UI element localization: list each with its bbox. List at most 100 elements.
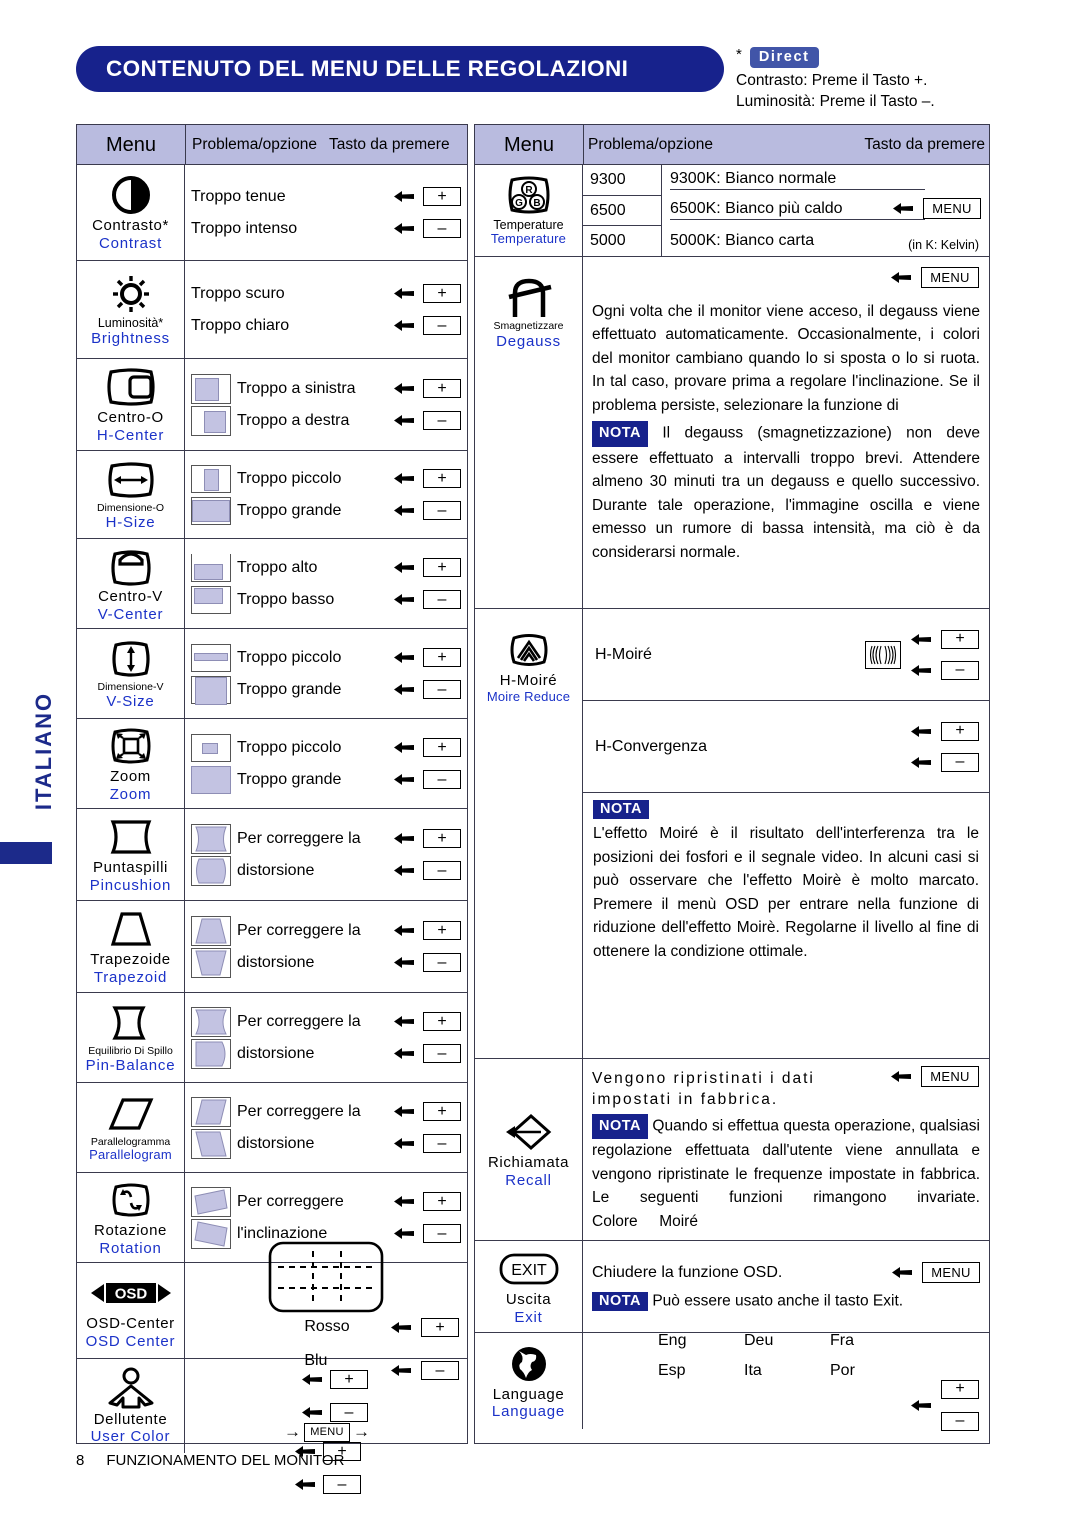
menu-cell-degauss: Smagnetizzare Degauss <box>475 257 583 608</box>
language-option[interactable]: Esp <box>658 1362 744 1380</box>
minus-key[interactable]: – <box>423 1044 461 1063</box>
plus-key[interactable]: + <box>423 829 461 848</box>
header-key-right: Tasto da premere <box>864 135 985 153</box>
minus-key[interactable]: – <box>423 501 461 520</box>
thumbnail-short <box>191 643 231 672</box>
option-row: Troppo grande – <box>191 495 461 527</box>
minus-key[interactable]: – <box>330 1403 368 1422</box>
menu-key[interactable]: MENU <box>304 1422 350 1442</box>
menu-label-it: Contrasto* <box>92 217 169 235</box>
plus-key[interactable]: + <box>423 469 461 488</box>
temp-desc: 5000K: Bianco carta <box>670 231 815 249</box>
menu-label-it: H-Moiré <box>499 672 558 689</box>
moire-wave-icon <box>865 640 901 669</box>
moire-item-label: H-Convergenza <box>595 737 708 755</box>
minus-key[interactable]: – <box>423 590 461 609</box>
option-text: Troppo alto <box>237 558 318 576</box>
menu-label-en: Recall <box>505 1171 552 1189</box>
menu-label-en: Moire Reduce <box>486 688 571 704</box>
language-option[interactable]: Ita <box>744 1362 830 1380</box>
nota-badge: NOTA <box>593 800 650 819</box>
plus-key[interactable]: + <box>423 738 461 757</box>
menu-key[interactable]: MENU <box>921 1066 979 1087</box>
minus-key[interactable]: – <box>941 1411 979 1431</box>
plus-key[interactable]: + <box>423 1012 461 1031</box>
minus-key[interactable]: – <box>423 411 461 430</box>
hand-pointer-icon <box>394 1228 414 1239</box>
arrow-right-icon: → <box>353 1422 370 1441</box>
thumbnail-pb-left <box>191 1006 231 1037</box>
minus-key[interactable]: – <box>423 1134 461 1153</box>
svg-text:G: G <box>515 198 523 209</box>
user-color-icon <box>105 1366 157 1412</box>
moire-item-h-moire: H-Moiré + – <box>583 609 989 701</box>
option-row: distorsione – <box>191 1038 461 1070</box>
plus-key[interactable]: + <box>423 1102 461 1121</box>
option-text: Troppo basso <box>237 590 335 608</box>
minus-key[interactable]: – <box>423 953 461 972</box>
menu-cell-pincushion: Puntaspilli Pincushion <box>77 809 185 900</box>
temp-value: 6500 <box>583 196 661 227</box>
header-problem-left: Problema/opzione <box>192 135 317 153</box>
plus-key[interactable]: + <box>421 1318 459 1337</box>
plus-key[interactable]: + <box>423 648 461 667</box>
menu-label-it: OSD-Center <box>86 1315 175 1333</box>
minus-key[interactable]: – <box>423 316 461 335</box>
menu-cell-h-center: Centro-O H-Center <box>77 359 185 450</box>
hand-pointer-icon <box>394 505 414 516</box>
minus-key[interactable]: – <box>423 770 461 789</box>
menu-cell-language: Language Language <box>475 1333 583 1429</box>
manual-page: ITALIANO CONTENUTO DEL MENU DELLE REGOLA… <box>0 0 1080 1529</box>
hand-pointer-icon <box>394 562 414 573</box>
language-option[interactable]: Eng <box>658 1332 744 1350</box>
plus-key[interactable]: + <box>423 187 461 206</box>
minus-key[interactable]: – <box>423 219 461 238</box>
page-title: CONTENUTO DEL MENU DELLE REGOLAZIONI <box>76 46 724 92</box>
menu-label-it: Centro-V <box>98 588 163 606</box>
plus-key[interactable]: + <box>423 1192 461 1211</box>
table-row: Equilibrio Di Spillo Pin-Balance Per cor… <box>77 993 467 1083</box>
minus-key[interactable]: – <box>423 1224 461 1243</box>
minus-key[interactable]: – <box>941 752 979 772</box>
plus-key[interactable]: + <box>941 721 979 741</box>
language-option[interactable]: Deu <box>744 1332 830 1350</box>
nota-badge: NOTA <box>592 421 649 447</box>
menu-label-en: Rotation <box>99 1239 162 1257</box>
moire-item-label: H-Moiré <box>595 645 652 663</box>
direct-line-contrast: Contrasto: Preme il Tasto +. <box>736 72 928 89</box>
language-option[interactable]: Por <box>830 1362 916 1380</box>
plus-key[interactable]: + <box>423 921 461 940</box>
minus-key[interactable]: – <box>323 1475 361 1494</box>
option-text: Troppo tenue <box>191 187 286 205</box>
hand-pointer-icon <box>394 742 414 753</box>
table-row: Puntaspilli Pincushion Per correggere la… <box>77 809 467 901</box>
v-center-icon <box>107 543 155 589</box>
nota-badge: NOTA <box>592 1114 649 1140</box>
thumbnail-box-left <box>191 373 231 404</box>
menu-cell-v-size: Dimensione-V V-Size <box>77 629 185 718</box>
minus-key[interactable]: – <box>423 861 461 880</box>
plus-key[interactable]: + <box>423 284 461 303</box>
option-row: Troppo grande – <box>191 674 461 706</box>
plus-key[interactable]: + <box>941 629 979 649</box>
plus-key[interactable]: + <box>423 558 461 577</box>
plus-key[interactable]: + <box>941 1379 979 1399</box>
menu-key[interactable]: MENU <box>923 198 981 219</box>
menu-key[interactable]: MENU <box>922 1262 980 1283</box>
thumbnail-pb-right <box>191 1038 231 1069</box>
menu-label-it: Uscita <box>505 1291 552 1309</box>
hand-pointer-icon <box>302 1407 322 1418</box>
h-size-icon <box>103 457 159 503</box>
nota-badge: NOTA <box>592 1292 649 1311</box>
svg-text:R: R <box>525 185 533 196</box>
menu-key[interactable]: MENU <box>921 267 979 288</box>
minus-key[interactable]: – <box>423 680 461 699</box>
menu-label-it: Luminosità* <box>97 315 164 330</box>
menu-cell-trapezoid: Trapezoide Trapezoid <box>77 901 185 992</box>
option-text: distorsione <box>237 861 315 879</box>
minus-key[interactable]: – <box>941 660 979 680</box>
plus-key[interactable]: + <box>330 1370 368 1389</box>
language-option[interactable]: Fra <box>830 1332 916 1350</box>
menu-label-en: Trapezoid <box>93 968 168 986</box>
plus-key[interactable]: + <box>423 379 461 398</box>
